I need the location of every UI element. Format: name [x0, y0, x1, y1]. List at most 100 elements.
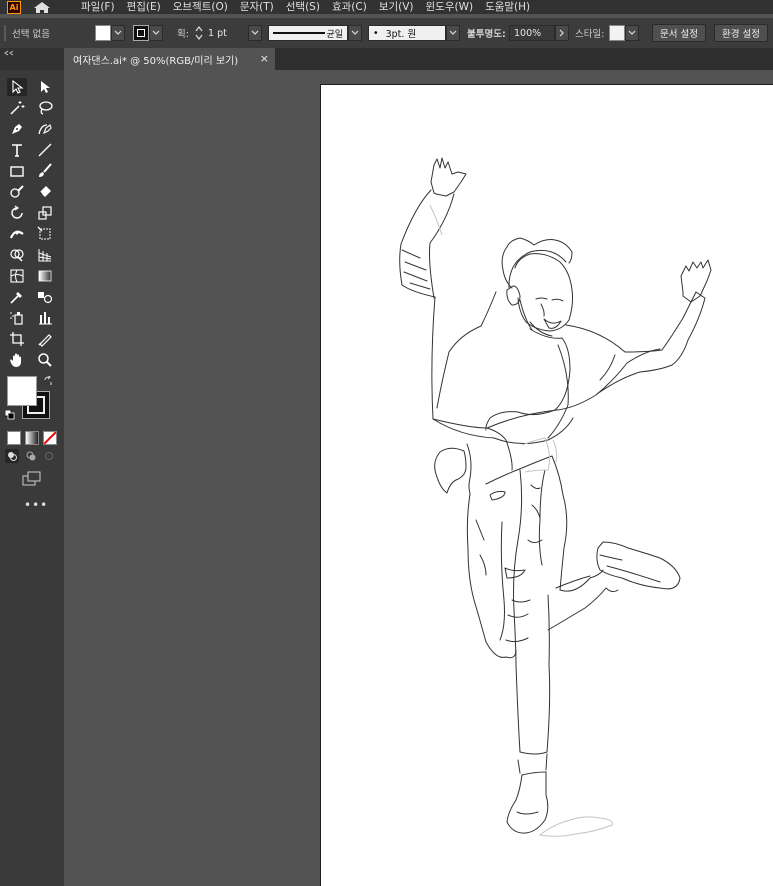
- paintbrush-tool-icon[interactable]: [35, 162, 55, 180]
- eyedropper-tool-icon[interactable]: [7, 288, 27, 306]
- profile-dropdown[interactable]: [348, 25, 362, 41]
- gradient-tool-icon[interactable]: [35, 267, 55, 285]
- document-tab[interactable]: 여자댄스.ai* @ 50%(RGB/미리 보기) ×: [64, 48, 275, 70]
- variable-width-profile[interactable]: 균일: [268, 24, 362, 42]
- stroke-color[interactable]: [133, 24, 163, 42]
- pen-tool-icon[interactable]: [7, 120, 27, 138]
- swap-icon[interactable]: [43, 376, 53, 386]
- home-icon[interactable]: [33, 1, 51, 14]
- stroke-swatch[interactable]: [133, 25, 149, 41]
- fill-color[interactable]: [95, 24, 125, 42]
- curvature-tool-icon[interactable]: [35, 120, 55, 138]
- screen-mode-icon[interactable]: [22, 471, 42, 487]
- menu-bar: Ai 파일(F) 편집(E) 오브젝트(O) 문자(T) 선택(S) 효과(C)…: [0, 0, 773, 14]
- stroke-dropdown[interactable]: [149, 25, 163, 41]
- gradient-mode-icon[interactable]: [25, 431, 39, 445]
- brush-label: 3pt. 원: [385, 29, 417, 40]
- column-graph-tool-icon[interactable]: [35, 309, 55, 327]
- more-tools-icon[interactable]: •••: [24, 498, 48, 512]
- preferences-wrap: 환경 설정: [714, 24, 768, 42]
- menu-select[interactable]: 선택(S): [280, 0, 326, 14]
- chevron-down-icon: [449, 30, 457, 35]
- menu-object[interactable]: 오브젝트(O): [167, 0, 234, 14]
- draw-normal-icon[interactable]: [5, 449, 19, 463]
- free-transform-tool-icon[interactable]: [35, 225, 55, 243]
- selection-state: 선택 없음: [12, 29, 50, 40]
- none-mode-icon[interactable]: [43, 431, 57, 445]
- shape-builder-tool-icon[interactable]: [7, 246, 27, 264]
- shadow-sketch: [429, 204, 613, 837]
- dot-icon: •: [373, 27, 379, 39]
- tools-panel-header[interactable]: [0, 48, 64, 70]
- tools-panel: •••: [0, 70, 65, 886]
- type-tool-icon[interactable]: [7, 141, 27, 159]
- direct-selection-tool-icon[interactable]: [35, 78, 55, 96]
- brush-field[interactable]: • 3pt. 원: [368, 25, 446, 41]
- profile-field[interactable]: 균일: [268, 25, 348, 41]
- menu-view[interactable]: 보기(V): [373, 0, 420, 14]
- chevron-down-icon: [114, 30, 122, 35]
- eraser-tool-icon[interactable]: [35, 183, 55, 201]
- stroke-weight-field[interactable]: 1 pt: [204, 25, 248, 41]
- document-tab-bar: 여자댄스.ai* @ 50%(RGB/미리 보기) ×: [64, 48, 773, 70]
- fill-swatch[interactable]: [95, 25, 111, 41]
- selection-tool-icon[interactable]: [7, 78, 27, 96]
- preferences-button[interactable]: 환경 설정: [714, 24, 768, 42]
- fill-dropdown[interactable]: [111, 25, 125, 41]
- mesh-tool-icon[interactable]: [7, 267, 27, 285]
- zoom-tool-icon[interactable]: [35, 351, 55, 369]
- chevron-down-icon: [251, 30, 259, 35]
- line-tool-icon[interactable]: [35, 141, 55, 159]
- style-label: 스타일:: [575, 29, 605, 40]
- stroke-weight-stepper[interactable]: 1 pt: [194, 24, 262, 42]
- style-swatch[interactable]: [609, 25, 625, 41]
- control-grip: [4, 24, 6, 42]
- opacity-control[interactable]: 100%: [509, 24, 569, 42]
- default-colors-icon[interactable]: [5, 410, 15, 420]
- artboard-tool-icon[interactable]: [7, 330, 27, 348]
- shaper-tool-icon[interactable]: [7, 183, 27, 201]
- document-setup-wrap: 문서 설정: [652, 24, 706, 42]
- slice-tool-icon[interactable]: [35, 330, 55, 348]
- menu-edit[interactable]: 편집(E): [121, 0, 167, 14]
- symbol-sprayer-tool-icon[interactable]: [7, 309, 27, 327]
- fill-swatch-large[interactable]: [7, 376, 37, 406]
- rotate-tool-icon[interactable]: [7, 204, 27, 222]
- opacity-field[interactable]: 100%: [509, 25, 555, 41]
- stroke-weight-dropdown[interactable]: [248, 25, 262, 41]
- menu-help[interactable]: 도움말(H): [479, 0, 536, 14]
- lasso-tool-icon[interactable]: [35, 99, 55, 117]
- rectangle-tool-icon[interactable]: [7, 162, 27, 180]
- artboard[interactable]: [320, 84, 773, 886]
- chevron-right-icon: [559, 29, 564, 37]
- hand-tool-icon[interactable]: [7, 351, 27, 369]
- graphic-style[interactable]: [609, 24, 639, 42]
- width-tool-icon[interactable]: [7, 225, 27, 243]
- draw-behind-icon[interactable]: [24, 449, 38, 463]
- app-logo: Ai: [7, 0, 21, 14]
- blend-tool-icon[interactable]: [35, 288, 55, 306]
- chevron-down-icon: [152, 30, 160, 35]
- opacity-arrow[interactable]: [555, 25, 569, 41]
- document-setup-button[interactable]: 문서 설정: [652, 24, 706, 42]
- draw-inside-icon[interactable]: [42, 449, 56, 463]
- close-icon[interactable]: ×: [260, 52, 269, 65]
- perspective-grid-tool-icon[interactable]: [35, 246, 55, 264]
- menu-type[interactable]: 문자(T): [234, 0, 280, 14]
- color-mode-icon[interactable]: [7, 431, 21, 445]
- menu-file[interactable]: 파일(F): [75, 0, 121, 14]
- stepper-icon[interactable]: [194, 25, 204, 41]
- menu-window[interactable]: 윈도우(W): [420, 0, 480, 14]
- style-dropdown[interactable]: [625, 25, 639, 41]
- menu-effect[interactable]: 효과(C): [326, 0, 373, 14]
- stroke-label: 획:: [177, 29, 189, 40]
- chevron-down-icon: [351, 30, 359, 35]
- profile-label: 균일: [326, 29, 343, 40]
- magic-wand-tool-icon[interactable]: [7, 99, 27, 117]
- chevron-down-icon: [628, 30, 636, 35]
- brush-definition[interactable]: • 3pt. 원: [368, 24, 460, 42]
- scale-tool-icon[interactable]: [35, 204, 55, 222]
- opacity-label[interactable]: 불투명도:: [467, 24, 506, 42]
- collapse-icon[interactable]: [4, 50, 14, 56]
- brush-dropdown[interactable]: [446, 25, 460, 41]
